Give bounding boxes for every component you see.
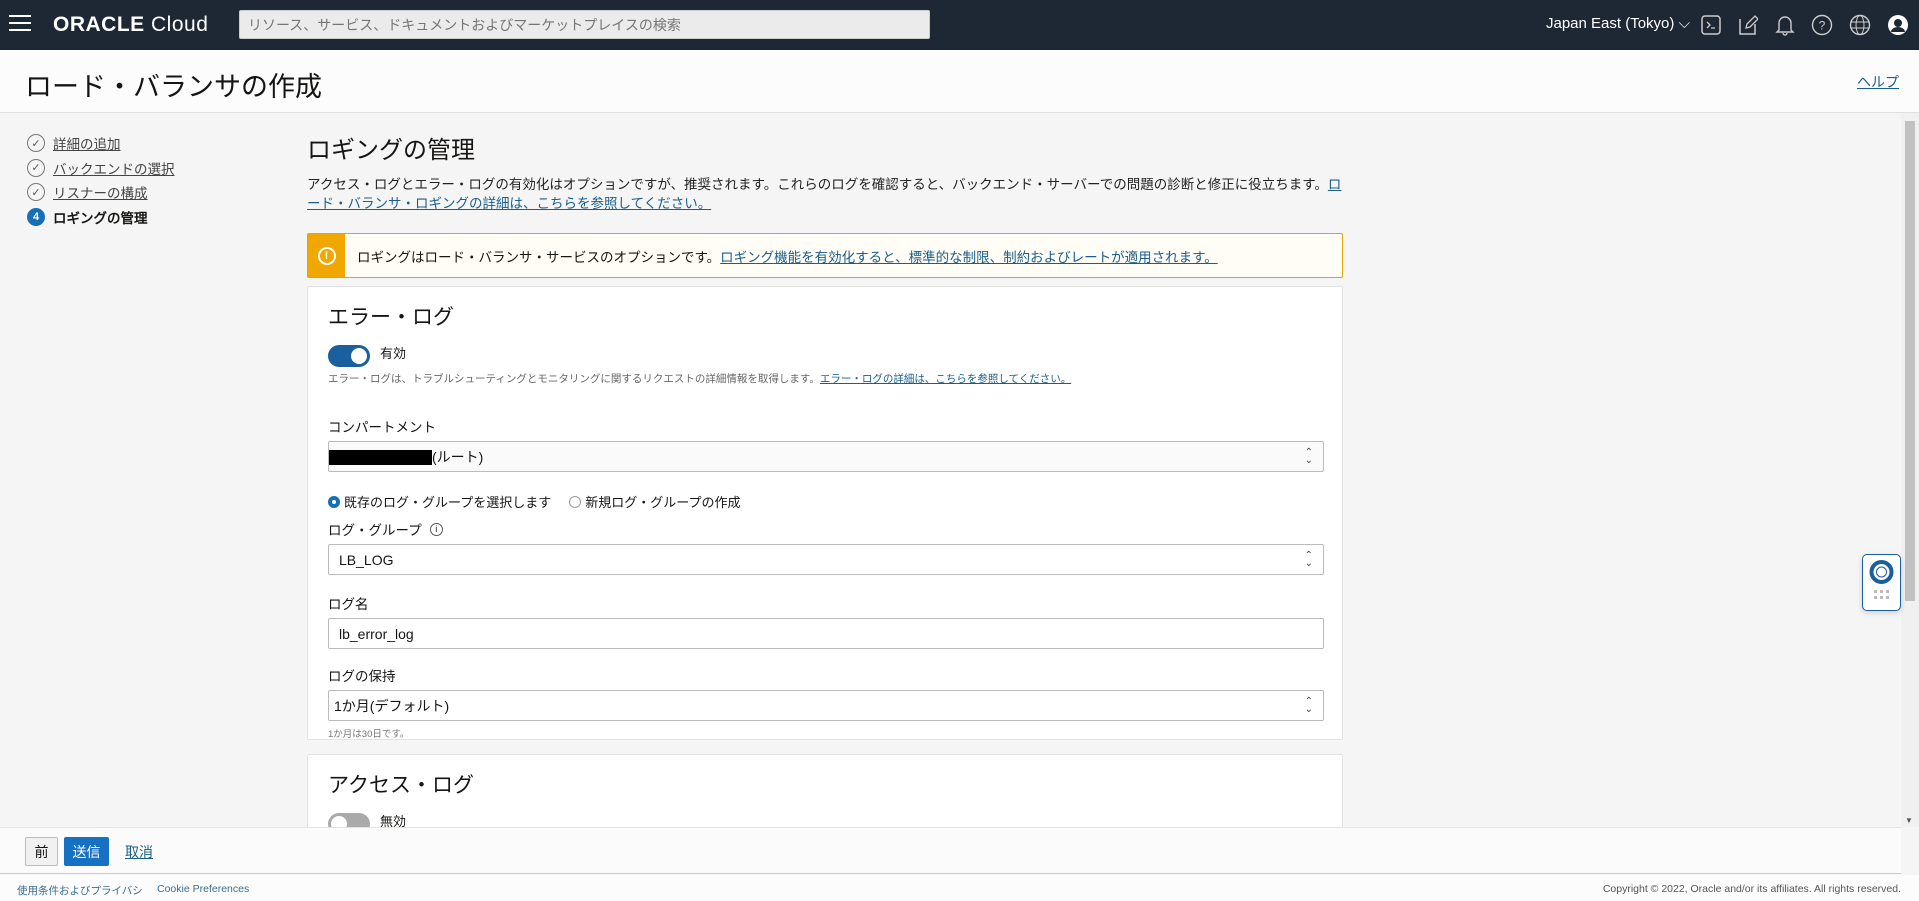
compartment-value: (ルート) [432, 449, 483, 465]
help-widget[interactable] [1862, 554, 1901, 611]
cloud-shell-icon[interactable] [1698, 12, 1724, 38]
description-text: アクセス・ログとエラー・ログの有効化はオプションですが、推奨されます。これらのロ… [307, 177, 1328, 192]
info-icon[interactable]: i [430, 523, 443, 536]
step-link[interactable]: 詳細の追加 [53, 133, 121, 153]
log-group-radio-group: 既存のログ・グループを選択します 新規ログ・グループの作成 [328, 492, 1322, 511]
scrollbar-thumb[interactable] [1905, 121, 1915, 601]
error-log-card: エラー・ログ 有効 エラー・ログは、トラブルシューティングとモニタリングに関する… [307, 286, 1343, 740]
logo-bold: ORACLE [53, 13, 145, 36]
user-avatar-icon[interactable] [1885, 12, 1911, 38]
help-text: エラー・ログは、トラブルシューティングとモニタリングに関するリクエストの詳細情報… [328, 373, 820, 385]
edit-icon[interactable] [1735, 12, 1761, 38]
step-listener[interactable]: ✓ リスナーの構成 [27, 180, 175, 205]
help-icon[interactable]: ? [1809, 12, 1835, 38]
radio-existing-log-group[interactable]: 既存のログ・グループを選択します [328, 492, 551, 511]
step-details[interactable]: ✓ 詳細の追加 [27, 131, 175, 156]
radio-selected-icon [328, 496, 340, 508]
section-heading: ロギングの管理 [307, 130, 1343, 165]
log-name-input[interactable]: lb_error_log [328, 618, 1324, 649]
region-label: Japan East (Tokyo) [1546, 15, 1674, 32]
error-log-details-link[interactable]: エラー・ログの詳細は、こちらを参照してください。 [820, 373, 1071, 385]
action-bar: 前 送信 取消 [0, 827, 1901, 874]
submit-button[interactable]: 送信 [64, 837, 109, 866]
retention-value: 1か月(デフォルト) [334, 696, 449, 716]
log-name-label: ログ名 [328, 593, 1322, 613]
top-bar: ORACLE Cloud Japan East (Tokyo) ⌵ ? [0, 0, 1919, 50]
check-circle-icon: ✓ [27, 134, 45, 152]
retention-hint: 1か月は30日です。 [328, 726, 1322, 740]
oracle-cloud-logo[interactable]: ORACLE Cloud [53, 13, 208, 37]
scroll-down-arrow-icon[interactable]: ▼ [1905, 816, 1913, 825]
cancel-link[interactable]: 取消 [121, 837, 157, 866]
radio-label: 新規ログ・グループの作成 [585, 492, 740, 511]
select-arrows-icon: ⌃⌄ [1305, 552, 1313, 568]
warning-strip: ! [308, 234, 345, 277]
section-description: アクセス・ログとエラー・ログの有効化はオプションですが、推奨されます。これらのロ… [307, 175, 1343, 213]
region-selector[interactable]: Japan East (Tokyo) ⌵ [1546, 15, 1690, 32]
log-group-value: LB_LOG [339, 552, 393, 568]
footer: 使用条件およびプライバシ Cookie Preferences Copyrigh… [0, 875, 1919, 901]
hamburger-menu-icon[interactable] [9, 15, 31, 33]
warning-icon: ! [318, 247, 336, 265]
step-link[interactable]: リスナーの構成 [53, 182, 148, 202]
select-arrows-icon: ⌃⌄ [1305, 449, 1313, 465]
log-group-select[interactable]: LB_LOG ⌃⌄ [328, 544, 1324, 575]
chevron-down-icon: ⌵ [1679, 15, 1690, 32]
redacted-block [329, 450, 432, 465]
page-header: ロード・バランサの作成 ヘルプ [0, 50, 1919, 113]
step-link[interactable]: バックエンドの選択 [53, 158, 175, 178]
previous-button[interactable]: 前 [25, 837, 58, 866]
cookie-preferences-link[interactable]: Cookie Preferences [157, 883, 249, 895]
warning-link[interactable]: ロギング機能を有効化すると、標準的な制限、制約およびレートが適用されます。 [720, 246, 1218, 266]
check-circle-icon: ✓ [27, 159, 45, 177]
warning-banner: ! ロギングはロード・バランサ・サービスのオプションです。ロギング機能を有効化す… [307, 233, 1343, 278]
wizard-steps: ✓ 詳細の追加 ✓ バックエンドの選択 ✓ リスナーの構成 4 ロギングの管理 [27, 131, 175, 229]
toggle-label: 有効 [380, 343, 406, 362]
log-group-label: ログ・グループ i [328, 519, 1322, 539]
retention-select[interactable]: 1か月(デフォルト) ⌃⌄ [328, 690, 1324, 721]
select-arrows-icon: ⌃⌄ [1305, 698, 1313, 714]
step-backends[interactable]: ✓ バックエンドの選択 [27, 156, 175, 181]
log-name-value: lb_error_log [339, 626, 414, 642]
retention-label: ログの保持 [328, 665, 1322, 685]
search-input[interactable] [239, 10, 930, 39]
copyright: Copyright © 2022, Oracle and/or its affi… [1603, 883, 1901, 895]
access-log-title: アクセス・ログ [328, 769, 1322, 799]
globe-icon[interactable] [1847, 12, 1873, 38]
main-content: ロギングの管理 アクセス・ログとエラー・ログの有効化はオプションですが、推奨され… [307, 130, 1343, 278]
terms-privacy-link[interactable]: 使用条件およびプライバシ [17, 883, 143, 898]
logo-light: Cloud [151, 13, 208, 36]
radio-new-log-group[interactable]: 新規ログ・グループの作成 [569, 492, 740, 511]
check-circle-icon: ✓ [27, 183, 45, 201]
lifebuoy-icon [1863, 555, 1900, 610]
step-number-badge: 4 [27, 208, 45, 226]
radio-unselected-icon [569, 496, 581, 508]
error-log-title: エラー・ログ [328, 301, 1322, 331]
page-title: ロード・バランサの作成 [25, 65, 322, 104]
help-link[interactable]: ヘルプ [1857, 72, 1899, 92]
compartment-label: コンパートメント [328, 416, 1322, 436]
compartment-select[interactable]: (ルート) ⌃⌄ [328, 441, 1324, 472]
radio-label: 既存のログ・グループを選択します [344, 492, 551, 511]
error-log-toggle[interactable] [328, 345, 370, 367]
step-logging-current: 4 ロギングの管理 [27, 205, 175, 230]
bell-icon[interactable] [1772, 12, 1798, 38]
step-label: ロギングの管理 [53, 207, 148, 227]
svg-text:?: ? [1819, 19, 1826, 33]
scrollbar[interactable]: ▼ [1901, 113, 1919, 827]
error-log-help: エラー・ログは、トラブルシューティングとモニタリングに関するリクエストの詳細情報… [328, 371, 1322, 386]
label-text: ログ・グループ [328, 519, 422, 539]
warning-text: ロギングはロード・バランサ・サービスのオプションです。 [357, 246, 720, 266]
